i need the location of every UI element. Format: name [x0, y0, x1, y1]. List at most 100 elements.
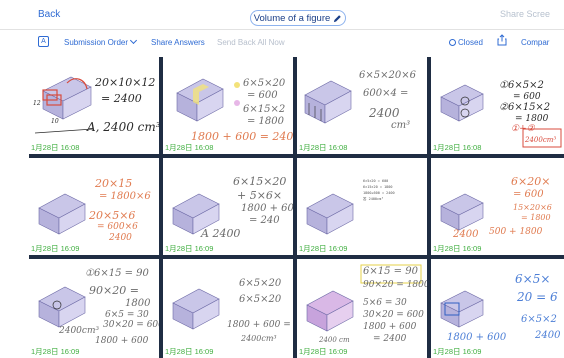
handwriting: 600×4 = — [363, 88, 409, 99]
submission-time: 1月28日 16:09 — [299, 347, 348, 356]
handwriting: 6×15×20 = 1800 — [363, 185, 393, 189]
handwriting: A, 2400 cm³ — [87, 120, 159, 134]
handwriting: 90×20 = 1800 — [363, 280, 427, 290]
submission-time: 1月28日 16:08 — [433, 143, 482, 152]
handwriting: = 2400 — [101, 92, 142, 105]
handwriting: 1800 + 600 = 2400 — [191, 130, 293, 143]
submission-time: 1月28日 16:09 — [165, 347, 214, 356]
submission-card[interactable]: 6×5× 20 = 6 6×5×2 1800 + 600 2400 1月28日 … — [431, 259, 564, 358]
share-icon[interactable] — [497, 34, 507, 46]
submission-card[interactable]: ①6×5×2 = 600 ②6×15×2 = 1800 ①+② 2400cm³ … — [431, 57, 564, 154]
handwriting: 30×20 = 600 — [103, 320, 159, 330]
assignment-title-button[interactable]: Volume of a figure — [250, 10, 346, 26]
submission-card[interactable]: 6×5×20×6 600×4 = 2400 cm³ 1月28日 16:08 — [297, 57, 427, 154]
handwriting: ②6×15×2 — [499, 102, 551, 113]
send-back-all-button[interactable]: Send Back All Now — [217, 38, 285, 47]
handwriting: 6×5× — [515, 272, 551, 286]
handwriting: 6×5×20 = 600 — [363, 179, 389, 183]
top-bar: Back Volume of a figure Share Scree — [0, 0, 564, 30]
closed-label: Closed — [458, 38, 483, 47]
handwriting: 答 2400cm³ — [363, 197, 384, 201]
submission-time: 1月28日 16:09 — [299, 244, 348, 253]
text-size-button[interactable]: A — [38, 36, 49, 47]
block-figure — [34, 76, 94, 134]
handwriting: + 5×6× — [237, 189, 283, 202]
handwriting: 15×20×6 — [513, 203, 552, 212]
submission-card[interactable]: 6×5×20 = 600 6×15×2 = 1800 1800 + 600 = … — [163, 57, 293, 154]
handwriting: cm³ — [391, 120, 411, 131]
handwriting: 6×5×2 — [521, 314, 557, 325]
handwriting: 1800 + 600 = 24 — [227, 320, 291, 330]
submission-card[interactable]: ①6×15 = 90 90×20 = 1800 6×5 = 30 30×20 =… — [29, 259, 159, 358]
handwriting: = 1800 — [247, 116, 285, 127]
submission-time: 1月28日 16:09 — [433, 244, 482, 253]
submission-time: 1月28日 16:08 — [299, 143, 348, 152]
closed-status-button[interactable]: Closed — [449, 38, 483, 47]
handwriting: = 2400 — [373, 334, 407, 344]
handwriting: 12 — [33, 100, 41, 107]
handwriting: ①+② — [511, 124, 535, 134]
handwriting: 6×5×20×6 — [359, 70, 416, 81]
handwriting: 6×20× — [511, 175, 551, 188]
handwriting: 6×5×20 — [239, 278, 282, 289]
handwriting: 2400cm³ — [525, 136, 557, 144]
submission-card[interactable]: 20×10×12 = 2400 A, 2400 cm³ 12 10 1月28日 … — [29, 57, 159, 154]
pencil-icon — [334, 14, 342, 22]
handwriting: 6×5×20 — [243, 78, 286, 89]
handwriting: 30×20 = 600 — [363, 310, 424, 320]
handwriting: 1800 + 600 — [363, 322, 417, 332]
handwriting: 2400 — [535, 330, 561, 341]
handwriting: 1800 — [125, 298, 151, 309]
share-answers-button[interactable]: Share Answers — [151, 38, 205, 47]
handwriting: 2400cm³ — [59, 326, 100, 336]
handwriting: = 600 — [513, 189, 544, 200]
handwriting: = 1800×6 — [99, 191, 151, 202]
handwriting: 2400 — [369, 106, 400, 120]
submission-time: 1月28日 16:09 — [165, 244, 214, 253]
submission-card[interactable]: 6×20× = 600 15×20×6 = 1800 2400 500 + 18… — [431, 158, 564, 255]
handwriting: 6×15×2 — [243, 104, 286, 115]
handwriting: 20×10×12 — [95, 76, 156, 89]
handwriting: 10 — [51, 118, 59, 125]
handwriting: A 2400 — [201, 227, 241, 240]
handwriting: 6×15×20 — [233, 175, 287, 188]
handwriting: 2400 — [453, 229, 479, 240]
submission-card[interactable]: 6×15×20 + 5×6× 1800 + 60 = 240 A 2400 1月… — [163, 158, 293, 255]
handwriting: 6×15 = 90 — [363, 266, 418, 277]
handwriting: 6×5×20 — [239, 294, 282, 305]
handwriting: 500 + 1800 — [489, 227, 543, 237]
chevron-down-icon — [129, 36, 138, 45]
handwriting: 2400 cm — [319, 336, 350, 344]
submission-card[interactable]: 6×15 = 90 90×20 = 1800 5×6 = 30 30×20 = … — [297, 259, 427, 358]
submission-grid: 20×10×12 = 2400 A, 2400 cm³ 12 10 1月28日 … — [29, 57, 564, 358]
submission-time: 1月28日 16:09 — [31, 244, 80, 253]
handwriting: 1800 + 600 — [447, 332, 507, 343]
handwriting: 2400cm³ — [241, 334, 277, 343]
block-figure — [306, 193, 354, 235]
compare-button[interactable]: Compar — [521, 38, 549, 47]
handwriting: = 240 — [249, 215, 280, 226]
submission-order-label: Submission Order — [64, 38, 129, 47]
handwriting: 5×6 = 30 — [363, 298, 407, 308]
handwriting: ①6×5×2 — [499, 80, 544, 91]
handwriting: ①6×15 = 90 — [85, 268, 149, 279]
handwriting: 2400 — [109, 233, 132, 243]
handwriting: 1800+600 = 2400 — [363, 191, 395, 195]
submission-time: 1月28日 16:08 — [31, 143, 80, 152]
submission-order-dropdown[interactable]: Submission Order — [64, 36, 138, 47]
submission-time: 1月28日 16:09 — [433, 347, 482, 356]
handwriting: 20×15 — [95, 177, 133, 190]
handwriting: 90×20 = — [89, 284, 139, 297]
handwriting: 1800 + 60 — [241, 203, 293, 214]
submission-time: 1月28日 16:08 — [165, 143, 214, 152]
submission-card[interactable]: 20×15 = 1800×6 20×5×6 = 600×6 2400 1月28日… — [29, 158, 159, 255]
block-figure — [38, 193, 86, 235]
handwriting: = 600 — [247, 90, 278, 101]
submission-card[interactable]: 6×5×20 = 600 6×15×20 = 1800 1800+600 = 2… — [297, 158, 427, 255]
handwriting: 20×5×6 — [89, 209, 136, 222]
back-button[interactable]: Back — [38, 9, 60, 20]
share-screen-button[interactable]: Share Scree — [500, 9, 550, 19]
submission-card[interactable]: 6×5×20 6×5×20 1800 + 600 = 24 2400cm³ 1月… — [163, 259, 293, 358]
clock-icon — [449, 39, 456, 46]
handwriting: 20 = 6 — [517, 290, 558, 304]
